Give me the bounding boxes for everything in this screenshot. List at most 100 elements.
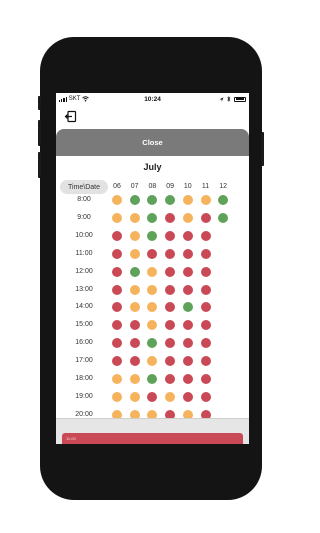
slot-dot[interactable] [147, 248, 158, 259]
slot-dot[interactable] [112, 212, 122, 223]
date-header: 11 [201, 183, 210, 190]
slot-dot[interactable] [182, 338, 193, 349]
slot-dot[interactable] [200, 248, 211, 259]
selected-slot-bar[interactable]: 11:00 [62, 433, 243, 444]
slot-dot[interactable] [147, 230, 158, 241]
slot-dot[interactable] [200, 391, 211, 402]
slot-dot[interactable] [165, 212, 176, 223]
slot-dot[interactable] [182, 391, 193, 402]
slot-dot[interactable] [182, 409, 193, 418]
month-title: July [56, 156, 249, 178]
slot-dot[interactable] [112, 409, 122, 418]
time-label: 11:00 [75, 249, 93, 257]
location-arrow-icon [219, 97, 224, 101]
slot-dot[interactable] [147, 266, 158, 277]
slot-dot[interactable] [200, 302, 211, 313]
slot-dot[interactable] [165, 248, 176, 259]
slot-dot[interactable] [129, 374, 140, 384]
slot-dot[interactable] [218, 195, 229, 205]
slot-dot[interactable] [182, 302, 193, 313]
slot-dot[interactable] [112, 391, 122, 402]
slot-dot[interactable] [129, 248, 140, 259]
slot-dot[interactable] [200, 266, 211, 277]
slot-dot[interactable] [112, 356, 122, 367]
slot-dot[interactable] [165, 409, 176, 418]
slot-dot[interactable] [112, 374, 122, 384]
slot-dot[interactable] [129, 356, 140, 367]
slot-dot[interactable] [182, 284, 193, 295]
slot-dot[interactable] [182, 356, 193, 367]
slot-dot[interactable] [129, 230, 140, 241]
slot-dot[interactable] [165, 230, 176, 241]
slot-dot[interactable] [165, 356, 176, 367]
slot-dot[interactable] [129, 212, 140, 223]
slot-dot[interactable] [165, 195, 176, 205]
slot-dot[interactable] [112, 284, 122, 295]
slot-dot[interactable] [129, 302, 140, 313]
slot-dot[interactable] [182, 248, 193, 259]
slot-dot[interactable] [147, 391, 158, 402]
slot-dot[interactable] [129, 266, 140, 277]
date-header: 12 [219, 183, 228, 190]
slot-dot[interactable] [112, 338, 122, 349]
volume-up-button [38, 120, 41, 146]
slot-dot[interactable] [182, 374, 193, 384]
slot-dot[interactable] [165, 284, 176, 295]
time-label: 9:00 [77, 213, 91, 221]
time-label: 10:00 [75, 231, 93, 239]
slot-dot[interactable] [112, 320, 122, 331]
slot-dot[interactable] [182, 230, 193, 241]
slot-dot[interactable] [165, 391, 176, 402]
slot-dot[interactable] [200, 320, 211, 331]
slot-dot[interactable] [147, 409, 158, 418]
slot-dot[interactable] [112, 302, 122, 313]
slot-dot[interactable] [218, 212, 229, 223]
slot-dot[interactable] [147, 338, 158, 349]
slot-dot[interactable] [112, 230, 122, 241]
slot-dot[interactable] [147, 356, 158, 367]
slot-dot[interactable] [147, 284, 158, 295]
slot-dot[interactable] [112, 248, 122, 259]
date-header: 09 [166, 183, 174, 190]
slot-dot[interactable] [165, 374, 176, 384]
slot-dot[interactable] [129, 409, 140, 418]
slot-dot[interactable] [182, 266, 193, 277]
slot-dot[interactable] [165, 338, 176, 349]
slot-dot[interactable] [200, 409, 211, 418]
slot-dot[interactable] [147, 195, 158, 205]
slot-dot[interactable] [129, 284, 140, 295]
time-label: 19:00 [75, 392, 93, 400]
slot-dot[interactable] [147, 374, 158, 384]
slot-dot[interactable] [200, 230, 211, 241]
exit-icon[interactable] [64, 110, 77, 123]
grid-divider [56, 418, 249, 419]
slot-dot[interactable] [112, 195, 122, 205]
slot-dot[interactable] [147, 320, 158, 331]
slot-dot[interactable] [182, 320, 193, 331]
date-header: 06 [113, 183, 121, 190]
slot-dot[interactable] [200, 374, 211, 384]
slot-dot[interactable] [182, 212, 193, 223]
slot-dot[interactable] [200, 338, 211, 349]
slot-dot[interactable] [112, 266, 122, 277]
slot-dot[interactable] [165, 266, 176, 277]
slot-dot[interactable] [165, 320, 176, 331]
slot-dot[interactable] [200, 356, 211, 367]
slot-dot[interactable] [147, 212, 158, 223]
slot-dot[interactable] [129, 320, 140, 331]
status-bar: SKT 10:24 [56, 93, 249, 107]
slot-dot[interactable] [129, 391, 140, 402]
time-label: 15:00 [75, 321, 93, 329]
slot-dot[interactable] [129, 195, 140, 205]
slot-dot[interactable] [200, 195, 211, 205]
slot-dot[interactable] [129, 338, 140, 349]
slot-dot[interactable] [200, 212, 211, 223]
date-header: 07 [130, 183, 139, 190]
close-button[interactable]: Close [56, 129, 249, 156]
slot-dot[interactable] [165, 302, 176, 313]
slot-dot[interactable] [182, 195, 193, 205]
slot-dot[interactable] [147, 302, 158, 313]
slot-dot[interactable] [200, 284, 211, 295]
date-header: 10 [183, 183, 192, 190]
status-right [219, 96, 246, 102]
